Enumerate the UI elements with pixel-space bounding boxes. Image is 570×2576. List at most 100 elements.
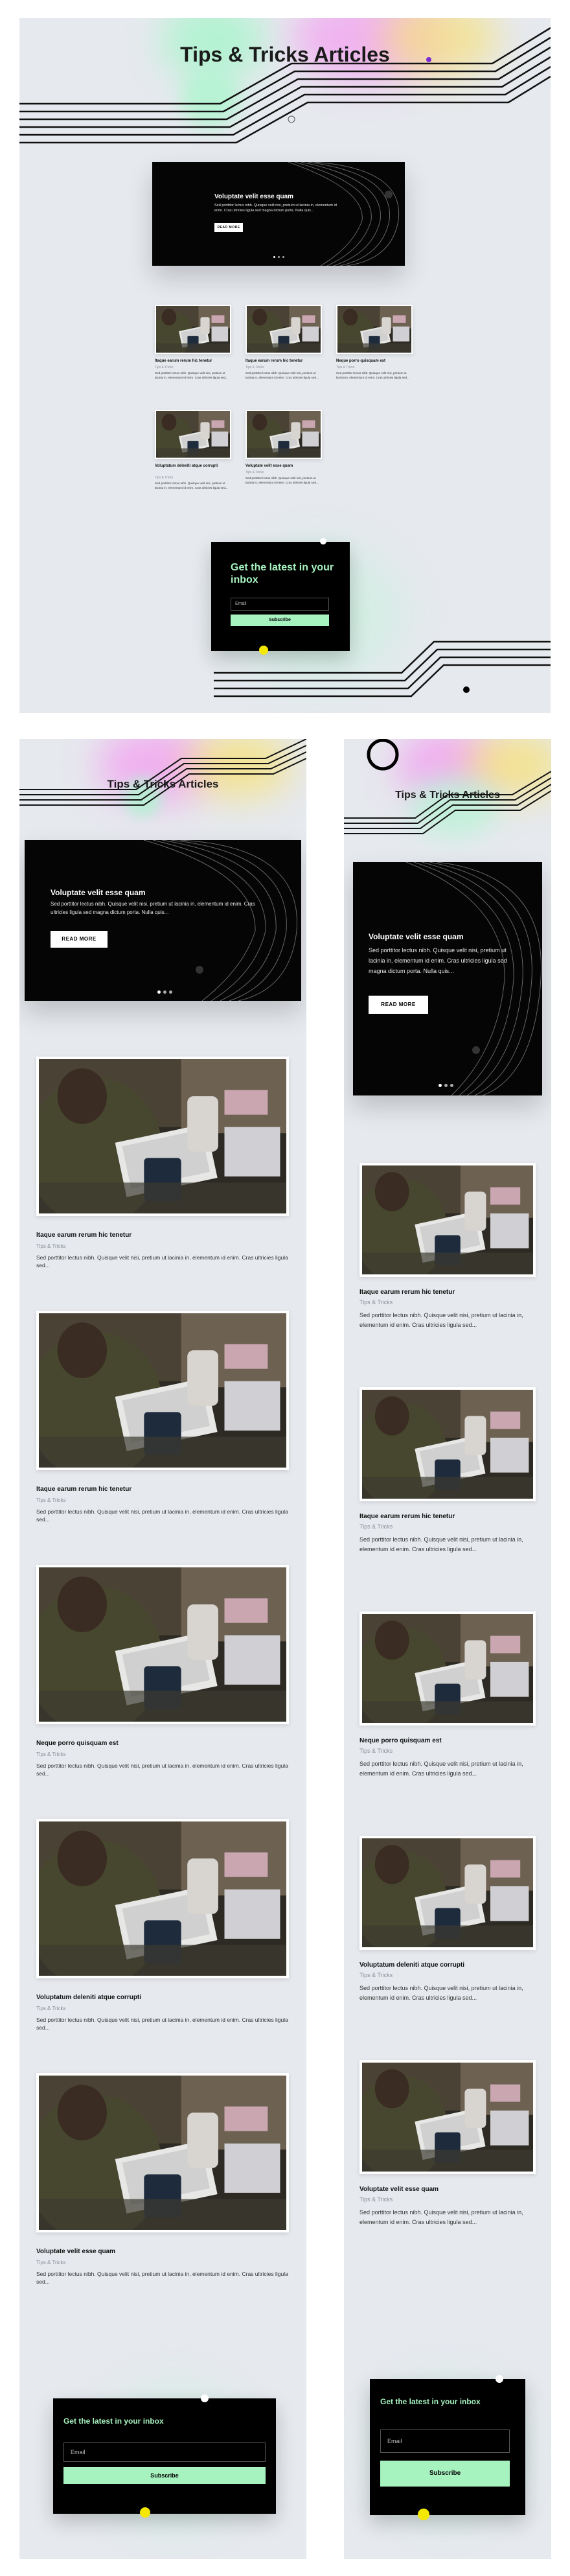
subscribe-button[interactable]: Subscribe: [63, 2467, 266, 2484]
post-excerpt: Sed porttitor lectus nibh. Quisque velit…: [359, 1985, 523, 2001]
post-thumbnail[interactable]: [336, 305, 413, 354]
post-thumbnail[interactable]: [359, 2060, 536, 2174]
post-excerpt: Sed porttitor lectus nibh. Quisque velit…: [245, 476, 319, 484]
post-excerpt: Sed porttitor lectus nibh. Quisque velit…: [36, 2017, 288, 2031]
post-title[interactable]: Neque porro quisquam est: [336, 359, 413, 363]
post-card[interactable]: Neque porro quisquam est Tips & Tricks Sed…: [36, 1565, 289, 1811]
post-excerpt: Sed porttitor lectus nibh. Quisque velit…: [36, 1254, 288, 1269]
hero-title: Voluptate velit esse quam: [214, 193, 294, 200]
post-excerpt: Sed porttitor lectus nibh. Quisque velit…: [359, 2209, 523, 2225]
post-title[interactable]: Voluptate velit esse quam: [36, 2248, 289, 2255]
read-more-button[interactable]: READ MORE: [369, 996, 428, 1014]
post-title[interactable]: Itaque earum rerum hic tenetur: [36, 1486, 289, 1493]
post-thumbnail[interactable]: [359, 1163, 536, 1277]
post-category[interactable]: Tips & Tricks: [359, 1299, 393, 1306]
hero-slider: Voluptate velit esse quam Sed porttitor …: [25, 840, 301, 1001]
post-card[interactable]: Neque porro quisquam est Tips & Tricks Sed…: [336, 305, 413, 395]
post-title[interactable]: Neque porro quisquam est: [36, 1740, 289, 1747]
hero-text: Sed porttitor lectus nibh. Quisque velit…: [51, 901, 255, 915]
hero-slider: Voluptate velit esse quam Sed porttitor …: [353, 862, 542, 1095]
email-field[interactable]: Email: [63, 2442, 266, 2462]
deco-dot: [259, 646, 268, 655]
post-title[interactable]: Itaque earum rerum hic tenetur: [36, 1232, 289, 1239]
post-thumbnail[interactable]: [359, 1836, 536, 1950]
post-thumbnail[interactable]: [359, 1387, 536, 1501]
slider-dots[interactable]: [273, 256, 284, 258]
post-category[interactable]: Tips & Tricks: [155, 476, 173, 480]
post-title[interactable]: Itaque earum rerum hic tenetur: [155, 359, 231, 363]
post-category[interactable]: Tips & Tricks: [36, 2260, 65, 2266]
post-excerpt: Sed porttitor lectus nibh. Quisque velit…: [155, 371, 228, 379]
deco-dot: [201, 2395, 209, 2402]
post-thumbnail[interactable]: [36, 1057, 289, 1216]
post-title[interactable]: Itaque earum rerum hic tenetur: [245, 359, 322, 363]
post-excerpt: Sed porttitor lectus nibh. Quisque velit…: [36, 2271, 288, 2285]
post-title[interactable]: Voluptate velit esse quam: [359, 2186, 536, 2193]
post-card[interactable]: Neque porro quisquam est Tips & Tricks Sed…: [359, 1611, 536, 1819]
post-card[interactable]: Voluptate velit esse quam Tips & Tricks Se…: [359, 2060, 536, 2267]
post-title[interactable]: Voluptatum deleniti atque corrupti: [359, 1961, 536, 1969]
post-category[interactable]: Tips & Tricks: [155, 366, 173, 369]
post-excerpt: Sed porttitor lectus nibh. Quisque velit…: [36, 1508, 288, 1523]
read-more-button[interactable]: READ MORE: [51, 931, 108, 948]
post-card[interactable]: Itaque earum rerum hic tenetur Tips & Tri…: [245, 305, 322, 395]
hero-title: Voluptate velit esse quam: [51, 888, 146, 897]
post-card[interactable]: Itaque earum rerum hic tenetur Tips & Tri…: [36, 1311, 289, 1557]
post-excerpt: Sed porttitor lectus nibh. Quisque velit…: [245, 371, 319, 379]
phone-preview: Tips & Tricks Articles Voluptate velit e…: [344, 739, 551, 2559]
post-thumbnail[interactable]: [36, 1311, 289, 1470]
post-category[interactable]: Tips & Tricks: [36, 2006, 65, 2011]
post-thumbnail[interactable]: [36, 1819, 289, 1978]
post-card[interactable]: Voluptatum deleniti atque corrupti Tips &…: [155, 410, 231, 500]
post-thumbnail[interactable]: [36, 1565, 289, 1724]
post-title[interactable]: Itaque earum rerum hic tenetur: [359, 1289, 536, 1296]
post-title[interactable]: Voluptate velit esse quam: [245, 464, 322, 468]
email-field[interactable]: Email: [380, 2430, 510, 2453]
post-excerpt: Sed porttitor lectus nibh. Quisque velit…: [359, 1536, 523, 1552]
hero-text: Sed porttitor lectus nibh. Quisque velit…: [369, 947, 507, 974]
subscribe-button[interactable]: Subscribe: [231, 615, 329, 626]
post-category[interactable]: Tips & Tricks: [245, 471, 264, 474]
post-category[interactable]: Tips & Tricks: [36, 1751, 65, 1757]
subscribe-button[interactable]: Subscribe: [380, 2461, 510, 2487]
newsletter-box: Get the latest in your inbox Email Subsc…: [211, 538, 350, 655]
newsletter-title: Get the latest in your inbox: [380, 2397, 481, 2406]
post-title[interactable]: Voluptatum deleniti atque corrupti: [155, 464, 231, 468]
post-card[interactable]: Voluptatum deleniti atque corrupti Tips &…: [36, 1819, 289, 2065]
post-card[interactable]: Itaque earum rerum hic tenetur Tips & Tri…: [359, 1387, 536, 1595]
post-excerpt: Sed porttitor lectus nibh. Quisque velit…: [359, 1761, 523, 1777]
post-thumbnail[interactable]: [155, 305, 231, 354]
post-card[interactable]: Itaque earum rerum hic tenetur Tips & Tri…: [36, 1057, 289, 1303]
post-category[interactable]: Tips & Tricks: [336, 366, 354, 369]
post-category[interactable]: Tips & Tricks: [359, 1972, 393, 1978]
post-card[interactable]: Voluptate velit esse quam Tips & Tricks Se…: [36, 2073, 289, 2319]
deco-dot: [496, 2375, 503, 2383]
post-thumbnail[interactable]: [245, 410, 322, 459]
email-field[interactable]: Email: [231, 598, 329, 611]
read-more-button[interactable]: READ MORE: [214, 223, 243, 232]
post-category[interactable]: Tips & Tricks: [359, 1748, 393, 1754]
post-thumbnail[interactable]: [36, 2073, 289, 2232]
slider-dots[interactable]: [157, 990, 172, 994]
post-card[interactable]: Itaque earum rerum hic tenetur Tips & Tri…: [155, 305, 231, 395]
post-thumbnail[interactable]: [155, 410, 231, 459]
deco-dot: [140, 2507, 150, 2518]
post-thumbnail[interactable]: [245, 305, 322, 354]
slider-dots[interactable]: [439, 1084, 453, 1087]
post-excerpt: Sed porttitor lectus nibh. Quisque velit…: [36, 1762, 288, 1777]
post-category[interactable]: Tips & Tricks: [359, 2196, 393, 2203]
post-card[interactable]: Voluptatum deleniti atque corrupti Tips &…: [359, 1836, 536, 2043]
post-title[interactable]: Voluptatum deleniti atque corrupti: [36, 1994, 289, 2001]
post-category[interactable]: Tips & Tricks: [36, 1497, 65, 1503]
post-thumbnail[interactable]: [359, 1611, 536, 1726]
post-card[interactable]: Voluptate velit esse quam Tips & Tricks Se…: [245, 410, 322, 500]
deco-dot: [320, 538, 326, 544]
post-card[interactable]: Itaque earum rerum hic tenetur Tips & Tri…: [359, 1163, 536, 1370]
post-category[interactable]: Tips & Tricks: [359, 1523, 393, 1530]
post-title[interactable]: Neque porro quisquam est: [359, 1737, 536, 1744]
deco-dot: [418, 2509, 429, 2520]
post-category[interactable]: Tips & Tricks: [36, 1243, 65, 1249]
post-excerpt: Sed porttitor lectus nibh. Quisque velit…: [359, 1312, 523, 1328]
post-category[interactable]: Tips & Tricks: [245, 366, 264, 369]
post-title[interactable]: Itaque earum rerum hic tenetur: [359, 1513, 536, 1520]
